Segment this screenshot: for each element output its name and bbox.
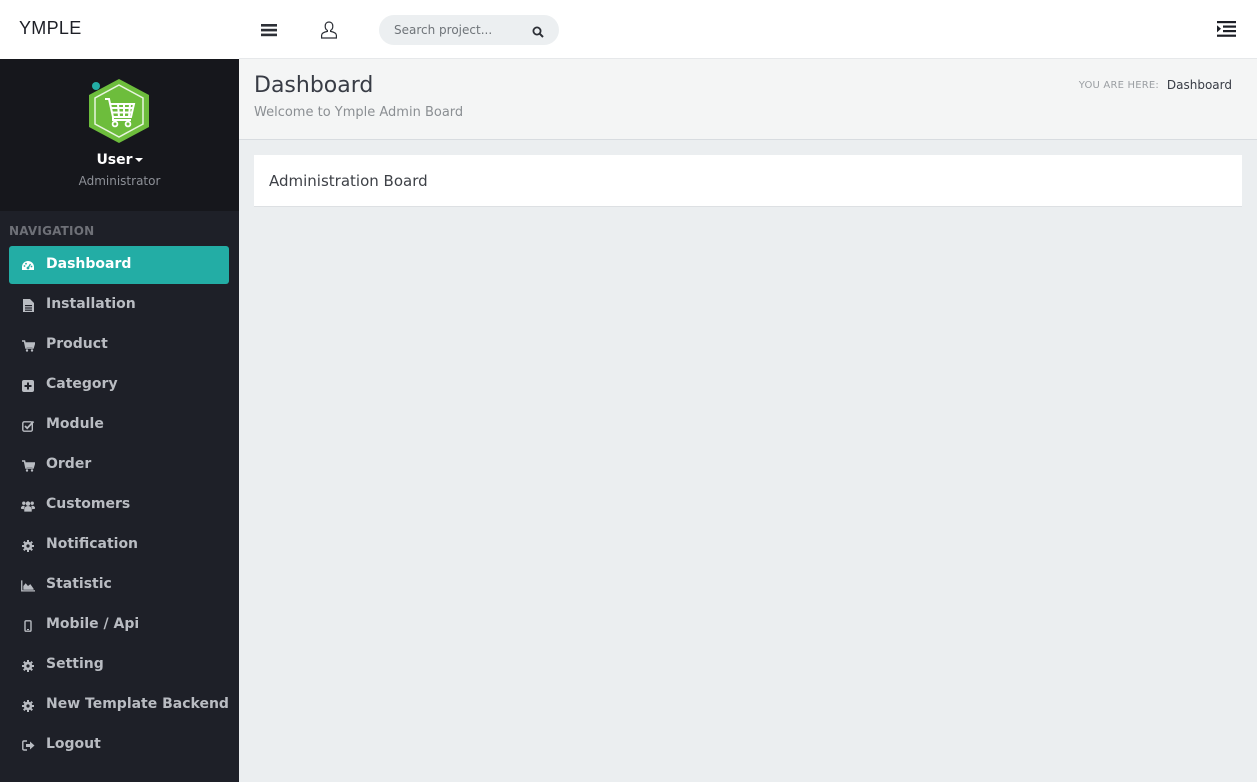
sidebar-item-label: Statistic: [46, 576, 112, 592]
user-role: Administrator: [78, 174, 161, 188]
sidebar-item-label: New Template Backend: [46, 696, 229, 712]
bars-icon: [261, 24, 277, 37]
shopping-cart-icon: [21, 339, 35, 352]
sidebar-item-label: Setting: [46, 656, 104, 672]
caret-down-icon: [134, 158, 143, 162]
nav-section-title: NAVIGATION: [9, 224, 95, 238]
cog-icon: [21, 539, 35, 552]
page-title: Dashboard: [254, 73, 374, 98]
user-menu-button[interactable]: [318, 19, 340, 41]
plus-square-icon: [21, 379, 35, 392]
breadcrumb-label: YOU ARE HERE:: [1078, 80, 1159, 91]
brand-name[interactable]: YMPLE: [19, 18, 82, 39]
search-icon: [532, 26, 544, 38]
sidebar-item-label: Customers: [46, 496, 131, 512]
sidebar-item-module[interactable]: Module: [9, 406, 229, 444]
sidebar-item-statistic[interactable]: Statistic: [9, 566, 229, 604]
sidebar-item-category[interactable]: Category: [9, 366, 229, 404]
menu-toggle-button[interactable]: [258, 19, 280, 41]
page-subtitle: Welcome to Ymple Admin Board: [254, 105, 464, 120]
sidebar-item-product[interactable]: Product: [9, 326, 229, 364]
sidebar-item-label: Order: [46, 456, 92, 472]
panel-title: Administration Board: [269, 172, 428, 190]
search-input[interactable]: [394, 21, 524, 39]
sidebar-item-dashboard[interactable]: Dashboard: [9, 246, 229, 284]
user-name: User: [96, 152, 133, 168]
indent-icon: [1217, 21, 1236, 37]
sidebar-item-setting[interactable]: Setting: [9, 646, 229, 684]
cog-icon: [21, 659, 35, 672]
sidebar-item-mobile-api[interactable]: Mobile / Api: [9, 606, 229, 644]
search-button[interactable]: [532, 23, 546, 38]
shopping-cart-icon: [21, 459, 35, 472]
file-text-icon: [21, 299, 35, 312]
users-icon: [21, 499, 35, 512]
area-chart-icon: [21, 579, 35, 592]
sidebar-item-label: Module: [46, 416, 104, 432]
sidebar-nav: Dashboard Installation Product Category …: [9, 246, 229, 766]
check-square-icon: [21, 419, 35, 432]
sidebar: User Administrator NAVIGATION Dashboard …: [0, 59, 239, 782]
sidebar-item-label: Dashboard: [46, 256, 132, 272]
sidebar-item-label: Mobile / Api: [46, 616, 140, 632]
search-box: [379, 15, 559, 45]
sidebar-item-installation[interactable]: Installation: [9, 286, 229, 324]
administration-panel: Administration Board: [254, 155, 1242, 207]
sidebar-item-customers[interactable]: Customers: [9, 486, 229, 524]
sidebar-item-label: Notification: [46, 536, 139, 552]
sign-out-icon: [21, 739, 35, 752]
sidebar-item-label: Category: [46, 376, 118, 392]
user-dropdown[interactable]: User: [0, 152, 239, 168]
top-bar: YMPLE: [0, 0, 1257, 60]
sidebar-item-notification[interactable]: Notification: [9, 526, 229, 564]
page-header: Dashboard Welcome to Ymple Admin Board Y…: [239, 59, 1257, 140]
brand: YMPLE: [0, 0, 239, 60]
sidebar-item-label: Logout: [46, 736, 101, 752]
sidebar-item-new-template-backend[interactable]: New Template Backend: [9, 686, 229, 724]
sidebar-item-label: Installation: [46, 296, 136, 312]
mobile-icon: [21, 619, 35, 632]
online-status-dot: [92, 82, 100, 90]
dashboard-icon: [21, 259, 35, 272]
sidebar-item-order[interactable]: Order: [9, 446, 229, 484]
sidebar-item-label: Product: [46, 336, 108, 352]
sidebar-item-logout[interactable]: Logout: [9, 726, 229, 764]
right-sidebar-toggle[interactable]: [1217, 21, 1237, 39]
breadcrumb-current[interactable]: Dashboard: [1167, 78, 1232, 92]
user-profile: User Administrator: [0, 59, 239, 211]
user-outline-icon: [321, 21, 337, 39]
cog-icon: [21, 699, 35, 712]
